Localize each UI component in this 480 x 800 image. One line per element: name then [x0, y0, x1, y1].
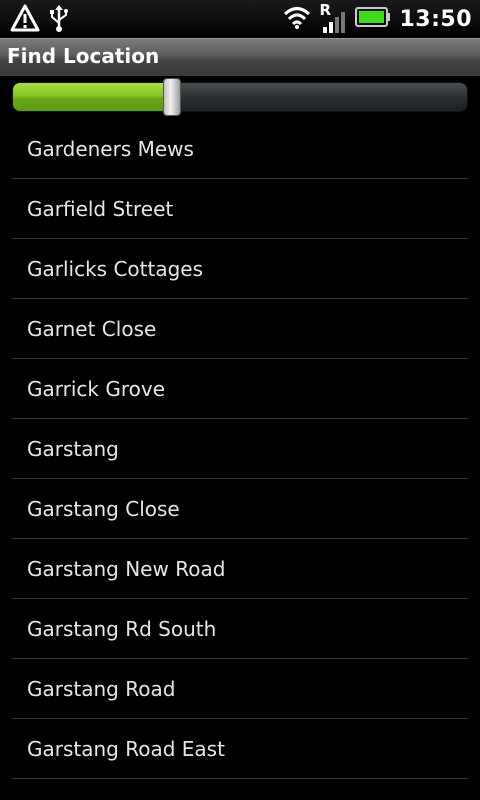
zoom-slider[interactable] [12, 78, 468, 116]
warning-icon [10, 3, 40, 37]
location-list: Gardeners Mews Garfield Street Garlicks Co… [12, 119, 468, 779]
list-item-label: Garrick Grove [27, 376, 165, 401]
list-item[interactable]: Garrick Grove [12, 359, 468, 419]
list-item[interactable]: Garfield Street [12, 179, 468, 239]
list-item-label: Garnet Close [27, 316, 157, 341]
slider-track[interactable] [12, 82, 468, 112]
list-item-label: Garstang Road [27, 676, 176, 701]
status-right-icons: R 13:50 [283, 0, 472, 38]
status-left-icons [10, 3, 70, 37]
list-item-label: Garfield Street [27, 196, 174, 221]
list-item-label: Garlicks Cottages [27, 256, 204, 281]
battery-icon [355, 6, 391, 32]
wifi-icon [283, 4, 311, 34]
screen: R 13:50 Find Location Gardeners Mews Gar… [0, 0, 480, 800]
list-item-label: Garstang [27, 436, 119, 461]
list-item[interactable]: Garstang Rd South [12, 599, 468, 659]
title-bar: Find Location [0, 38, 480, 76]
list-item-label: Gardeners Mews [27, 136, 194, 161]
list-item[interactable]: Garnet Close [12, 299, 468, 359]
list-item[interactable]: Garstang Close [12, 479, 468, 539]
list-item[interactable]: Garstang New Road [12, 539, 468, 599]
roaming-signal-icon: R [319, 1, 347, 35]
list-item-label: Garstang Close [27, 496, 180, 521]
list-item-label: Garstang Rd South [27, 616, 217, 641]
slider-thumb[interactable] [162, 78, 181, 116]
list-item[interactable]: Garlicks Cottages [12, 239, 468, 299]
list-item-label: Garstang New Road [27, 556, 226, 581]
status-bar: R 13:50 [0, 0, 480, 38]
list-item[interactable]: Garstang Road [12, 659, 468, 719]
status-time: 13:50 [399, 6, 472, 32]
slider-fill [13, 83, 172, 111]
page-title: Find Location [7, 44, 160, 68]
list-item[interactable]: Garstang Road East [12, 719, 468, 779]
list-item-label: Garstang Road East [27, 736, 225, 761]
list-item[interactable]: Gardeners Mews [12, 119, 468, 179]
usb-icon [48, 3, 70, 37]
list-item[interactable]: Garstang [12, 419, 468, 479]
